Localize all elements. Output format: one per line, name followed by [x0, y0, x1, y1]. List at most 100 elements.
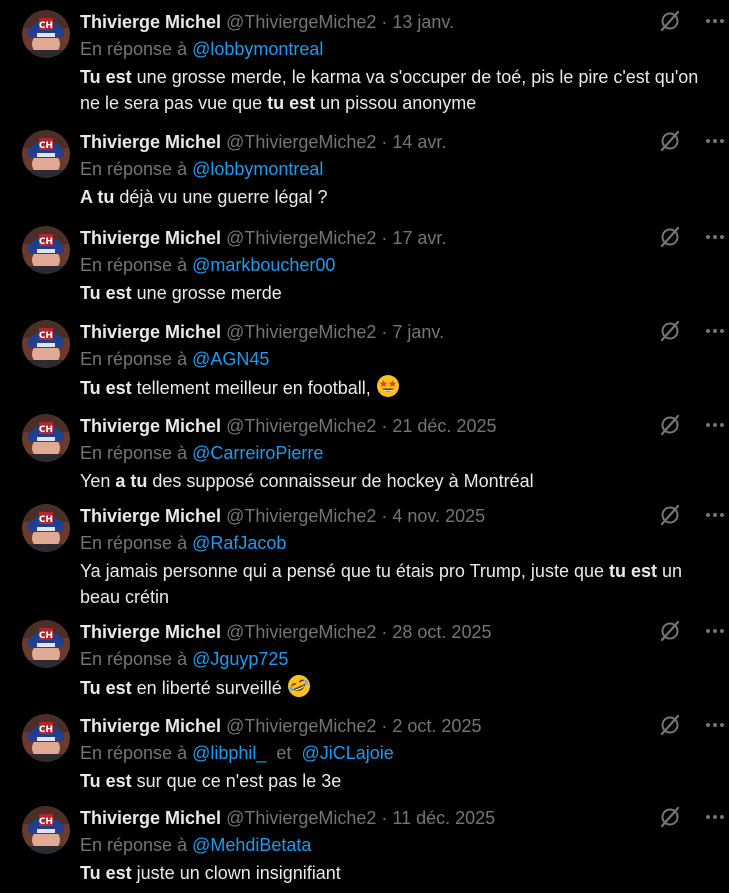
author-handle[interactable]: @ThiviergeMiche2	[226, 808, 376, 828]
avatar[interactable]: CH	[22, 620, 70, 668]
author-name[interactable]: Thivierge Michel	[80, 228, 221, 248]
reply-mention-link[interactable]: @MehdiBetata	[192, 835, 311, 855]
tweet-content: Thivierge Michel @ThiviergeMiche2 · 7 ja…	[80, 320, 729, 401]
more-icon[interactable]	[703, 620, 727, 642]
grok-icon[interactable]	[659, 130, 681, 152]
more-icon[interactable]	[703, 10, 727, 32]
bold-text-segment: Tu est	[80, 378, 132, 398]
tweet-date[interactable]: 7 janv.	[392, 322, 444, 342]
reply-mention-link[interactable]: @JiCLajoie	[301, 743, 393, 763]
author-name[interactable]: Thivierge Michel	[80, 716, 221, 736]
reply-prefix: En réponse à	[80, 39, 188, 59]
tweet-header: Thivierge Michel @ThiviergeMiche2 · 7 ja…	[80, 320, 729, 344]
reply-mention-link[interactable]: @lobbymontreal	[192, 39, 323, 59]
tweet-date[interactable]: 13 janv.	[392, 12, 454, 32]
author-name[interactable]: Thivierge Michel	[80, 416, 221, 436]
tweet-actions	[659, 320, 729, 344]
grok-icon[interactable]	[659, 714, 681, 736]
avatar[interactable]: CH	[22, 10, 70, 58]
tweet-content: Thivierge Michel @ThiviergeMiche2 · 4 no…	[80, 504, 729, 610]
grok-icon[interactable]	[659, 620, 681, 642]
svg-text:CH: CH	[39, 21, 53, 31]
bold-text-segment: A tu	[80, 187, 115, 207]
grok-icon[interactable]	[659, 320, 681, 342]
avatar[interactable]: CH	[22, 226, 70, 274]
more-icon[interactable]	[703, 504, 727, 526]
grok-icon[interactable]	[659, 504, 681, 526]
avatar[interactable]: CH	[22, 714, 70, 762]
author-handle[interactable]: @ThiviergeMiche2	[226, 132, 376, 152]
tweet-date[interactable]: 4 nov. 2025	[392, 506, 485, 526]
tweet-content: Thivierge Michel @ThiviergeMiche2 · 2 oc…	[80, 714, 729, 794]
svg-text:CH: CH	[39, 817, 53, 827]
reply-mention-link[interactable]: @markboucher00	[192, 255, 335, 275]
bold-text-segment: Tu est	[80, 283, 132, 303]
author-name[interactable]: Thivierge Michel	[80, 12, 221, 32]
tweet-header: Thivierge Michel @ThiviergeMiche2 · 13 j…	[80, 10, 729, 34]
author-name[interactable]: Thivierge Michel	[80, 322, 221, 342]
rofl-emoji-icon	[287, 675, 310, 697]
author-name[interactable]: Thivierge Michel	[80, 132, 221, 152]
tweet-content: Thivierge Michel @ThiviergeMiche2 · 17 a…	[80, 226, 729, 306]
separator-dot: ·	[376, 322, 393, 342]
tweet-text: Tu est une grosse merde, le karma va s'o…	[80, 64, 729, 116]
more-icon[interactable]	[703, 226, 727, 248]
reply-mention-link[interactable]: @Jguyp725	[192, 649, 288, 669]
author-handle[interactable]: @ThiviergeMiche2	[226, 228, 376, 248]
star-struck-emoji-icon	[376, 375, 399, 397]
reply-mention-link[interactable]: @RafJacob	[192, 533, 286, 553]
text-segment: Yen	[80, 471, 116, 491]
separator-dot: ·	[376, 12, 393, 32]
bold-text-segment: tu est	[609, 561, 658, 581]
tweet-date[interactable]: 11 déc. 2025	[392, 808, 495, 828]
avatar[interactable]: CH	[22, 130, 70, 178]
author-handle[interactable]: @ThiviergeMiche2	[226, 12, 376, 32]
text-segment: une grosse merde	[131, 283, 282, 303]
more-icon[interactable]	[703, 130, 727, 152]
grok-icon[interactable]	[659, 414, 681, 436]
reply-mention-link[interactable]: @CarreiroPierre	[192, 443, 323, 463]
author-handle[interactable]: @ThiviergeMiche2	[226, 416, 376, 436]
author-handle[interactable]: @ThiviergeMiche2	[226, 506, 376, 526]
reply-mention-link[interactable]: @libphil_	[192, 743, 266, 763]
author-name[interactable]: Thivierge Michel	[80, 808, 221, 828]
avatar[interactable]: CH	[22, 414, 70, 462]
more-icon[interactable]	[703, 714, 727, 736]
tweet-date[interactable]: 14 avr.	[392, 132, 446, 152]
more-icon[interactable]	[703, 320, 727, 342]
reply-context: En réponse à @AGN45	[80, 346, 729, 372]
avatar[interactable]: CH	[22, 320, 70, 368]
reply-mention-link[interactable]: @lobbymontreal	[192, 159, 323, 179]
avatar[interactable]: CH	[22, 806, 70, 854]
author-name[interactable]: Thivierge Michel	[80, 506, 221, 526]
separator-dot: ·	[376, 416, 393, 436]
tweet-header: Thivierge Michel @ThiviergeMiche2 · 4 no…	[80, 504, 729, 528]
grok-icon[interactable]	[659, 806, 681, 828]
author-handle[interactable]: @ThiviergeMiche2	[226, 622, 376, 642]
tweet-date[interactable]: 2 oct. 2025	[392, 716, 481, 736]
reply-prefix: En réponse à	[80, 159, 188, 179]
tweet-date[interactable]: 21 déc. 2025	[392, 416, 496, 436]
text-segment: des supposé connaisseur de hockey à Mont…	[147, 471, 534, 491]
text-segment: sur que ce n'est pas le 3e	[131, 771, 342, 791]
reply-mention-link[interactable]: @AGN45	[192, 349, 269, 369]
reply-context: En réponse à @CarreiroPierre	[80, 440, 729, 466]
grok-icon[interactable]	[659, 10, 681, 32]
author-name[interactable]: Thivierge Michel	[80, 622, 221, 642]
more-icon[interactable]	[703, 414, 727, 436]
svg-text:CH: CH	[39, 725, 53, 735]
reply-prefix: En réponse à	[80, 649, 188, 669]
tweet-date[interactable]: 17 avr.	[392, 228, 446, 248]
avatar[interactable]: CH	[22, 504, 70, 552]
svg-text:CH: CH	[39, 237, 53, 247]
grok-icon[interactable]	[659, 226, 681, 248]
reply-context: En réponse à @MehdiBetata	[80, 832, 729, 858]
more-icon[interactable]	[703, 806, 727, 828]
author-handle[interactable]: @ThiviergeMiche2	[226, 716, 376, 736]
tweet-actions	[659, 414, 729, 438]
author-handle[interactable]: @ThiviergeMiche2	[226, 322, 376, 342]
separator-dot: ·	[376, 622, 393, 642]
svg-text:CH: CH	[39, 331, 53, 341]
tweet-content: Thivierge Michel @ThiviergeMiche2 · 28 o…	[80, 620, 729, 701]
tweet-date[interactable]: 28 oct. 2025	[392, 622, 491, 642]
